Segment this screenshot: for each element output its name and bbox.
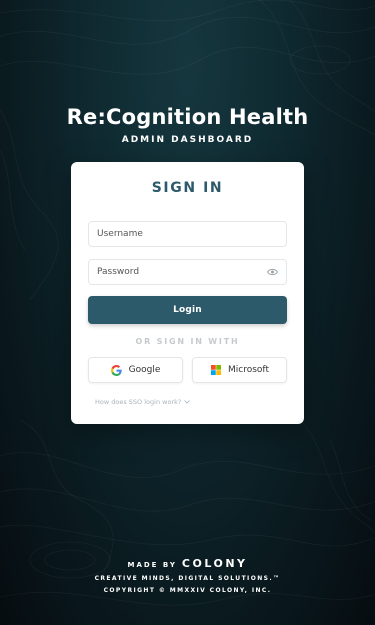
google-icon	[110, 364, 122, 376]
sso-help-text: How does SSO login work?	[95, 398, 182, 406]
footer: MADE BY COLONY CREATIVE MINDS, DIGITAL S…	[0, 557, 375, 594]
sso-divider: OR SIGN IN WITH	[135, 337, 240, 346]
chevron-down-icon	[184, 398, 191, 406]
login-button[interactable]: Login	[88, 296, 287, 324]
app-title: Re:Cognition Health	[66, 105, 309, 129]
google-signin-button[interactable]: Google	[88, 357, 183, 383]
username-input[interactable]	[97, 229, 278, 239]
made-by: MADE BY COLONY	[0, 557, 375, 570]
google-label: Google	[128, 365, 161, 375]
app-subtitle: ADMIN DASHBOARD	[121, 135, 254, 145]
microsoft-signin-button[interactable]: Microsoft	[192, 357, 287, 383]
footer-tagline: CREATIVE MINDS, DIGITAL SOLUTIONS.™	[94, 575, 281, 582]
eye-icon[interactable]	[266, 267, 278, 277]
brand-header: Re:Cognition Health ADMIN DASHBOARD	[0, 103, 375, 145]
microsoft-label: Microsoft	[228, 365, 269, 375]
colony-logo[interactable]: COLONY	[182, 557, 248, 570]
signin-card: SIGN IN Login OR SIGN IN WITH Google	[71, 162, 304, 424]
sso-help-link[interactable]: How does SSO login work?	[95, 398, 191, 406]
microsoft-icon	[210, 365, 221, 376]
footer-copyright: COPYRIGHT © MMXXIV COLONY, INC.	[103, 587, 272, 594]
password-input[interactable]	[97, 267, 267, 277]
password-field[interactable]	[88, 259, 287, 285]
signin-title: SIGN IN	[151, 180, 224, 196]
username-field[interactable]	[88, 221, 287, 247]
made-by-label: MADE BY	[127, 561, 177, 569]
